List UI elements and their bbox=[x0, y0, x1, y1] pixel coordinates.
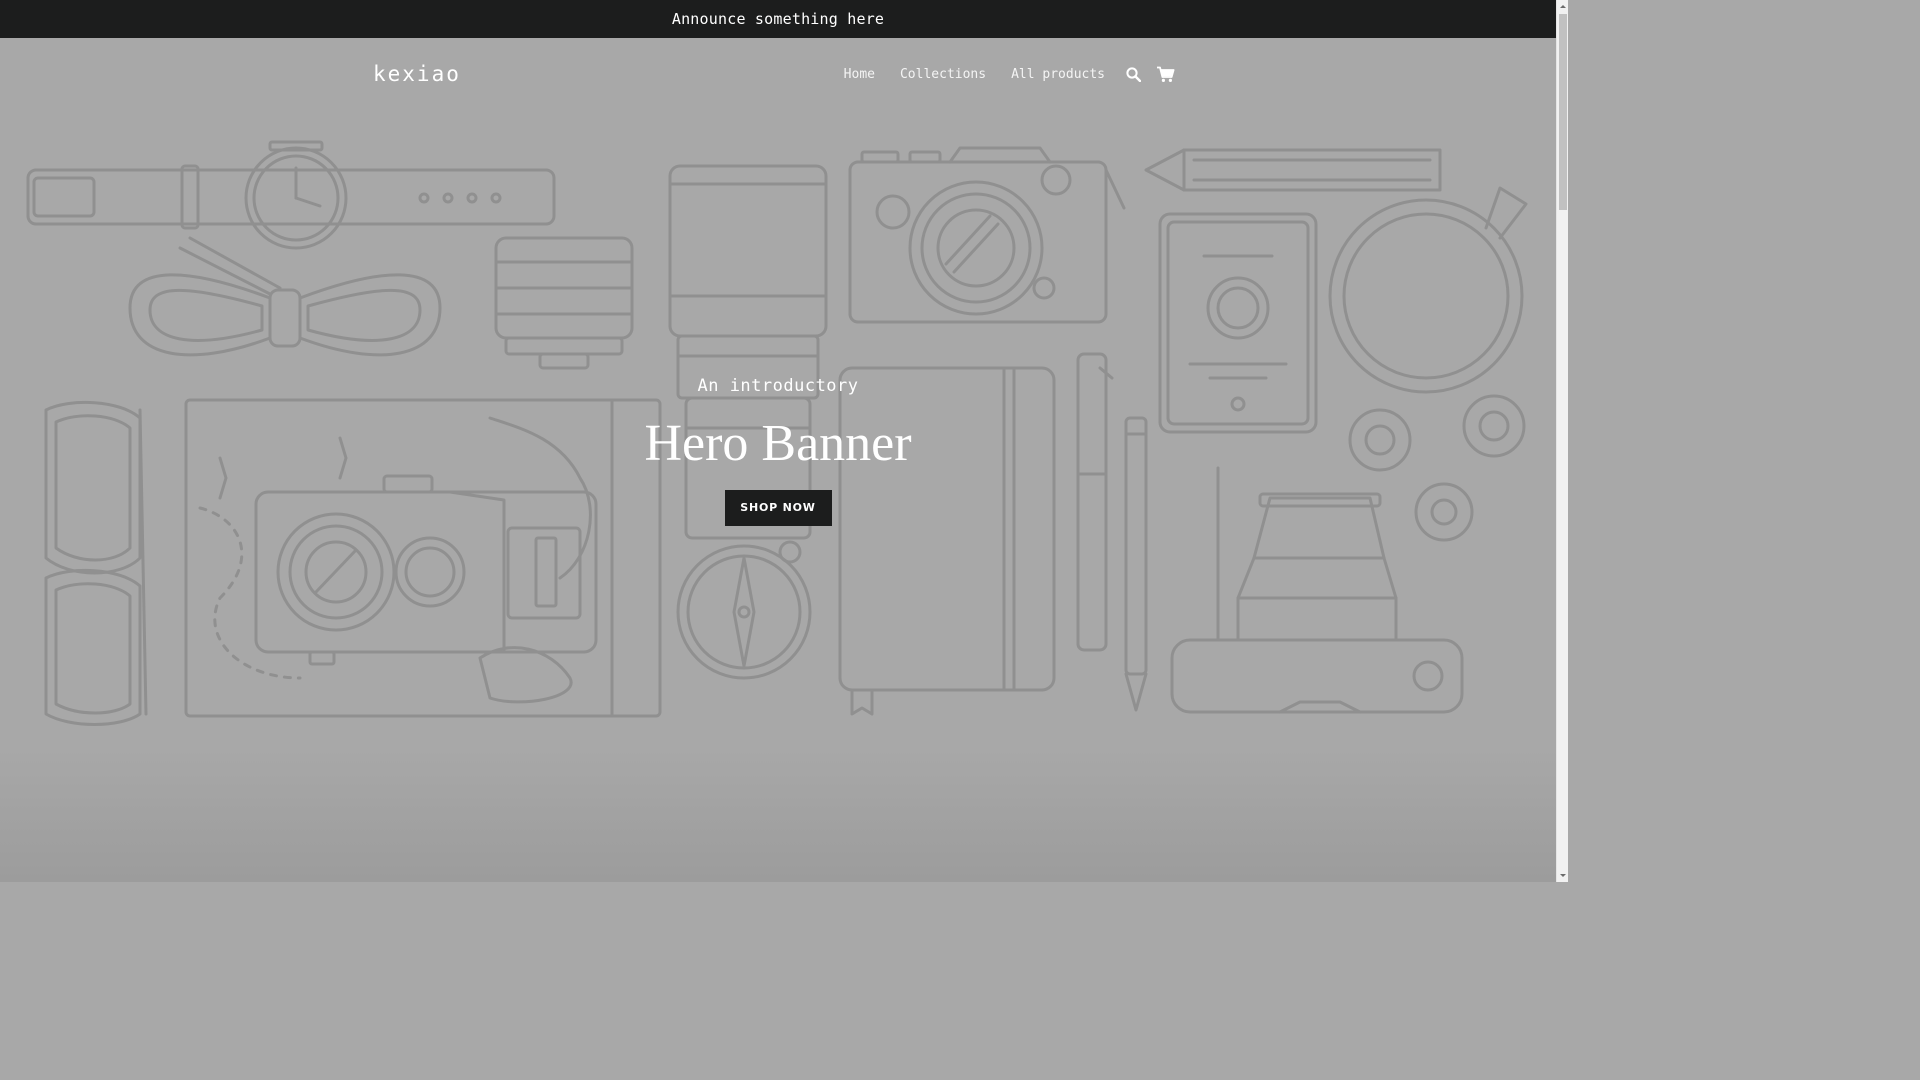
announcement-text: Announce something here bbox=[671, 10, 885, 28]
nav-all-products[interactable]: All products bbox=[1011, 67, 1105, 82]
search-button[interactable] bbox=[1123, 64, 1143, 84]
scroll-up-arrow-icon bbox=[1560, 5, 1566, 8]
camera-illustration bbox=[848, 146, 1126, 324]
cart-icon bbox=[1156, 66, 1174, 82]
lens-illustration bbox=[494, 236, 634, 370]
search-icon bbox=[1125, 66, 1141, 82]
hero-subtitle: An introductory bbox=[697, 376, 859, 396]
nav-collections[interactable]: Collections bbox=[900, 67, 986, 82]
vertical-scrollbar[interactable] bbox=[1556, 0, 1568, 882]
main-nav: Home Collections All products bbox=[819, 64, 1175, 84]
nav-home[interactable]: Home bbox=[844, 67, 875, 82]
cart-button[interactable] bbox=[1155, 64, 1175, 84]
announcement-bar[interactable]: Announce something here bbox=[0, 0, 1556, 38]
hero-title: Hero Banner bbox=[644, 415, 912, 472]
scroll-down-button[interactable] bbox=[1557, 868, 1568, 882]
page: Announce something here kexiao Home Coll… bbox=[0, 0, 1568, 882]
pencil-illustration bbox=[1144, 148, 1442, 192]
magnifier-illustration bbox=[1328, 186, 1528, 394]
bowtie-illustration bbox=[128, 236, 442, 357]
hero-content: An introductory Hero Banner SHOP NOW bbox=[0, 376, 1556, 526]
shop-now-button[interactable]: SHOP NOW bbox=[724, 490, 832, 526]
scrollbar-thumb[interactable] bbox=[1559, 14, 1567, 210]
site-logo[interactable]: kexiao bbox=[373, 62, 461, 86]
compass-illustration bbox=[676, 540, 812, 680]
watch-illustration bbox=[26, 140, 556, 250]
scroll-down-arrow-icon bbox=[1560, 874, 1566, 877]
scroll-up-button[interactable] bbox=[1557, 0, 1568, 14]
site-header: kexiao Home Collections All products bbox=[0, 38, 1556, 116]
